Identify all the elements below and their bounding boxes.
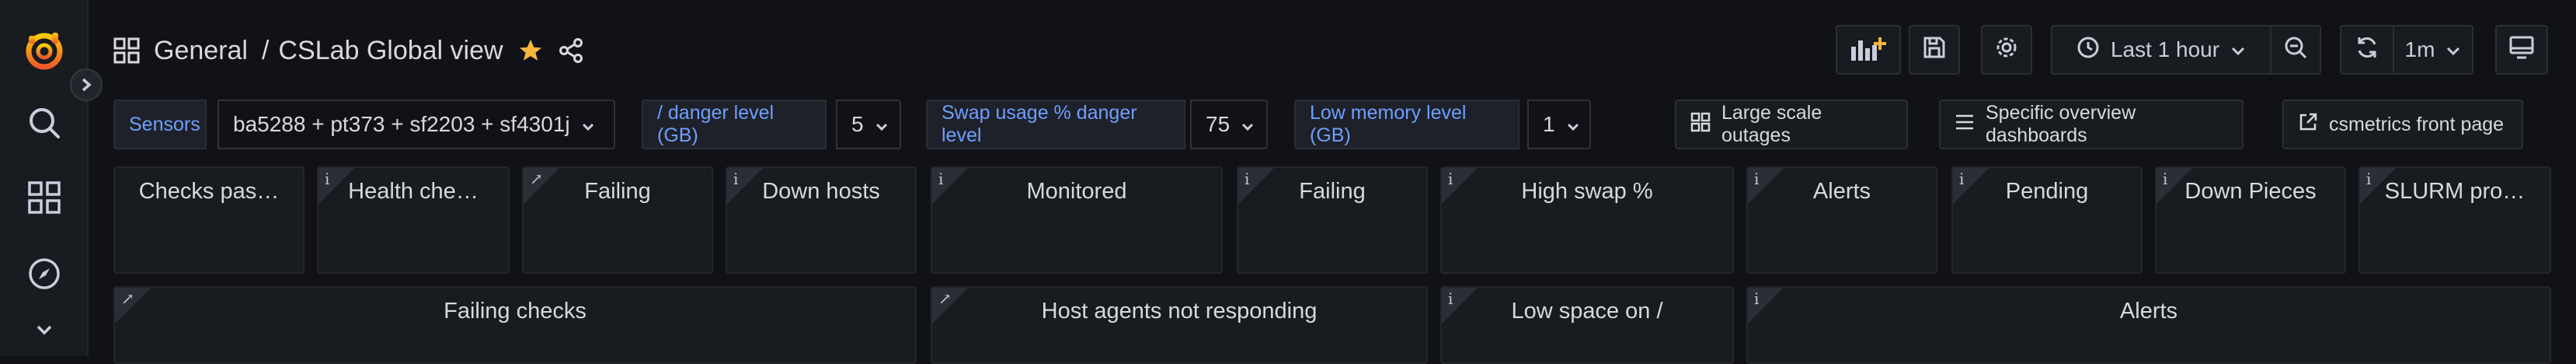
stat-panel[interactable]: i SLURM pro… xyxy=(2358,166,2551,274)
gear-icon xyxy=(1993,34,2020,66)
expand-menu-button[interactable] xyxy=(70,68,103,101)
monitor-icon xyxy=(2508,35,2535,65)
panel-title: SLURM pro… xyxy=(2384,179,2526,204)
apps-icon xyxy=(1690,112,1711,138)
panel-title: Alerts xyxy=(1812,179,1871,204)
stat-panel[interactable]: ↗ Failing xyxy=(522,166,713,274)
clock-icon xyxy=(2076,36,2100,65)
link-specific-overview-dashboards[interactable]: Specific overview dashboards xyxy=(1939,100,2244,149)
save-dashboard-button[interactable] xyxy=(1909,25,1960,75)
panel-title: Monitored xyxy=(1026,179,1127,204)
bars-icon xyxy=(1955,114,1975,136)
tv-mode-button[interactable] xyxy=(2495,25,2548,75)
stat-panel[interactable]: Checks pas… xyxy=(113,166,305,274)
share-icon[interactable] xyxy=(558,37,584,64)
dashboard-grid-icon xyxy=(113,37,140,64)
variable-select-swap-danger-level[interactable]: 75 xyxy=(1190,100,1268,149)
link-label: Specific overview dashboards xyxy=(1986,102,2136,146)
chevron-down-icon xyxy=(581,112,595,137)
breadcrumb-separator: / xyxy=(261,35,270,65)
stat-panel[interactable]: i Monitored xyxy=(931,166,1223,274)
chevron-down-icon xyxy=(2230,37,2246,62)
stat-panel[interactable]: i Alerts xyxy=(1746,166,1937,274)
panel-title: Alerts xyxy=(2119,299,2178,324)
table-panel-failing-checks[interactable]: ↗ Failing checks xyxy=(113,286,917,364)
link-label: Large scale outages xyxy=(1721,102,1822,146)
variable-label-sensors: Sensors xyxy=(113,100,207,149)
stat-panel[interactable]: i Health che… xyxy=(317,166,510,274)
refresh-interval-label: 1m xyxy=(2404,37,2435,61)
variable-label-low-memory-level: Low memory level (GB) xyxy=(1294,100,1519,149)
stat-panel[interactable]: i Down Pieces xyxy=(2155,166,2346,274)
variable-value: ba5288 + pt373 + sf2203 + sf4301j xyxy=(233,112,570,136)
panel-title: Checks pas… xyxy=(138,179,280,204)
time-range-label: Last 1 hour xyxy=(2110,37,2220,61)
refresh-icon xyxy=(2355,35,2379,65)
star-icon[interactable] xyxy=(517,37,544,64)
panel-title: Health che… xyxy=(348,179,479,204)
dashboards-icon[interactable] xyxy=(0,174,89,221)
refresh-button[interactable] xyxy=(2340,25,2394,75)
panel-title: Failing xyxy=(584,179,651,204)
page-title[interactable]: CSLab Global view xyxy=(278,36,503,66)
panel-title: Down Pieces xyxy=(2184,179,2317,204)
save-icon xyxy=(1922,35,1947,65)
refresh-interval-picker[interactable]: 1m xyxy=(2393,25,2473,75)
explore-compass-icon[interactable] xyxy=(0,250,89,297)
panel-title: High swap % xyxy=(1521,179,1653,204)
side-menu xyxy=(0,0,89,356)
variable-label-swap-danger-level: Swap usage % danger level xyxy=(926,100,1185,149)
variable-value: 5 xyxy=(851,112,864,136)
chevron-down-icon xyxy=(1566,112,1580,137)
table-panel-low-space[interactable]: i Low space on / xyxy=(1440,286,1734,364)
link-large-scale-outages[interactable]: Large scale outages xyxy=(1675,100,1908,149)
panel-title: Down hosts xyxy=(762,179,880,204)
link-label: csmetrics front page xyxy=(2329,113,2505,135)
dashboard-settings-button[interactable] xyxy=(1981,25,2032,75)
chevron-down-icon xyxy=(2445,37,2461,62)
chevron-down-icon[interactable] xyxy=(0,314,89,345)
add-panel-icon xyxy=(1850,33,1887,68)
stat-panel[interactable]: i Pending xyxy=(1951,166,2143,274)
stat-panel[interactable]: i High swap % xyxy=(1440,166,1734,274)
add-panel-button[interactable] xyxy=(1836,25,1901,75)
variable-value: 75 xyxy=(1206,112,1231,136)
variable-select-sensors[interactable]: ba5288 + pt373 + sf2203 + sf4301j xyxy=(218,100,615,149)
panel-title: Failing checks xyxy=(444,299,587,324)
stat-panel[interactable]: i Down hosts xyxy=(726,166,917,274)
dashboard-navbar: General / CSLab Global view Last 1 hour xyxy=(90,0,2576,100)
external-link-icon xyxy=(2298,112,2318,138)
zoom-out-button[interactable] xyxy=(2270,25,2321,75)
panel-title: Failing xyxy=(1299,179,1366,204)
chevron-down-icon xyxy=(875,112,889,137)
table-panel-alerts[interactable]: i Alerts xyxy=(1746,286,2551,364)
variable-label-root-danger-level: / danger level (GB) xyxy=(642,100,827,149)
variable-select-root-danger-level[interactable]: 5 xyxy=(836,100,901,149)
zoom-out-icon xyxy=(2283,35,2308,65)
breadcrumb: General / CSLab Global view xyxy=(113,31,584,70)
link-csmetrics-front-page[interactable]: csmetrics front page xyxy=(2282,100,2523,149)
panel-title: Host agents not responding xyxy=(1041,299,1318,324)
chevron-down-icon xyxy=(1241,112,1255,137)
grafana-logo-icon[interactable] xyxy=(0,26,89,73)
panel-title: Pending xyxy=(2005,179,2089,204)
variable-select-low-memory-level[interactable]: 1 xyxy=(1527,100,1591,149)
search-icon[interactable] xyxy=(0,100,89,146)
stat-panel[interactable]: i Failing xyxy=(1237,166,1428,274)
breadcrumb-folder[interactable]: General xyxy=(154,36,248,66)
variable-value: 1 xyxy=(1543,112,1555,136)
table-panel-host-agents[interactable]: ↗ Host agents not responding xyxy=(931,286,1428,364)
panel-title: Low space on / xyxy=(1511,299,1663,324)
time-picker-button[interactable]: Last 1 hour xyxy=(2051,25,2271,75)
